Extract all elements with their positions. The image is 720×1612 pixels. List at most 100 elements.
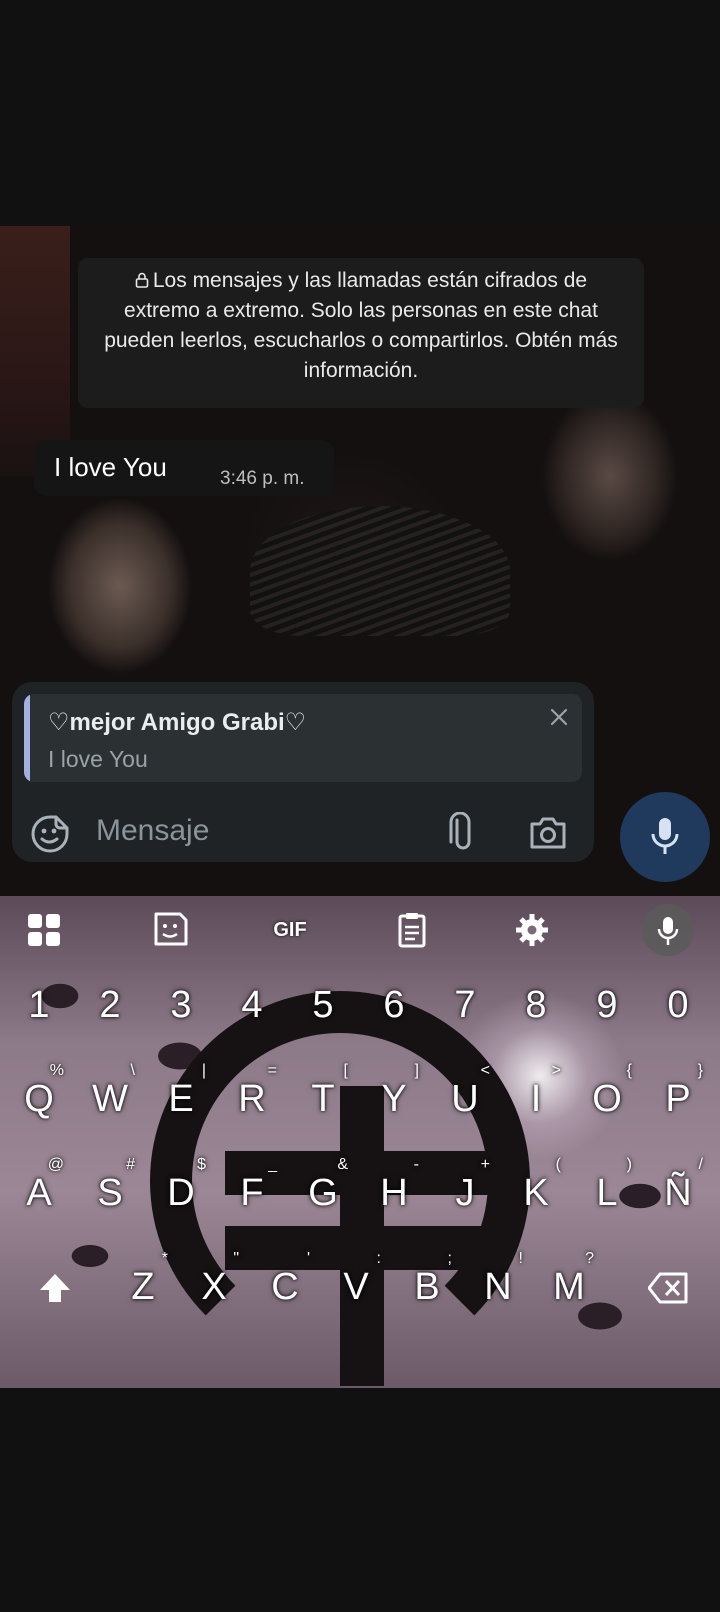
key-v[interactable]: V:	[321, 1250, 391, 1322]
key-hint: ;	[447, 1250, 452, 1267]
key-label: U	[451, 1078, 479, 1120]
key-a[interactable]: A @	[4, 1156, 74, 1228]
key-s[interactable]: S #	[75, 1156, 145, 1228]
key-label: Q	[24, 1078, 54, 1120]
key-label: X	[201, 1266, 227, 1308]
camera-icon[interactable]	[528, 814, 568, 852]
key-m[interactable]: M?	[534, 1250, 604, 1322]
key-b[interactable]: B;	[392, 1250, 462, 1322]
key-j[interactable]: J +	[430, 1156, 500, 1228]
key-i[interactable]: I >	[501, 1062, 571, 1134]
key-label: B	[414, 1266, 440, 1308]
gif-button[interactable]: GIF	[266, 912, 314, 948]
encryption-notice[interactable]: Los mensajes y las llamadas están cifrad…	[78, 258, 644, 408]
key-label: H	[380, 1172, 408, 1214]
keyboard-toolbar: GIF	[0, 896, 720, 960]
close-icon[interactable]	[546, 704, 572, 730]
key-y[interactable]: Y]	[359, 1062, 429, 1134]
key-6[interactable]: 6	[359, 970, 429, 1040]
key-label: 6	[383, 984, 405, 1026]
key-l[interactable]: L)	[572, 1156, 642, 1228]
key-8[interactable]: 8	[501, 970, 571, 1040]
mic-icon	[657, 917, 679, 945]
key-hint: \	[130, 1062, 135, 1079]
key-hint: _	[268, 1156, 277, 1173]
key-ñ[interactable]: Ñ /	[643, 1156, 713, 1228]
key-n[interactable]: N!	[463, 1250, 533, 1322]
key-hint: ?	[585, 1250, 594, 1267]
key-hint: (	[555, 1156, 561, 1173]
key-4[interactable]: 4	[217, 970, 287, 1040]
key-p[interactable]: P}	[643, 1062, 713, 1134]
key-h[interactable]: H-	[359, 1156, 429, 1228]
shift-key[interactable]	[20, 1252, 90, 1322]
key-hint: +	[480, 1156, 490, 1173]
key-label: N	[484, 1266, 512, 1308]
key-hint: ]	[414, 1062, 419, 1079]
key-hint: {	[626, 1062, 632, 1079]
key-label: 3	[170, 984, 192, 1026]
key-hint: :	[376, 1250, 381, 1267]
sticker-icon[interactable]	[150, 912, 190, 948]
settings-icon[interactable]	[512, 912, 552, 948]
message-input[interactable]	[94, 808, 418, 854]
number-row: 1 2 3 4 5 6 7 8 9 0	[0, 970, 720, 1040]
key-label: Z	[131, 1266, 155, 1308]
key-7[interactable]: 7	[430, 970, 500, 1040]
key-z[interactable]: Z *	[108, 1250, 178, 1322]
key-label: W	[92, 1078, 128, 1120]
key-e[interactable]: E |	[146, 1062, 216, 1134]
voice-message-button[interactable]	[620, 792, 710, 882]
key-label: Ñ	[664, 1172, 692, 1214]
key-hint: -	[413, 1156, 419, 1173]
quote-sender-name: ♡mejor Amigo Grabi♡	[48, 709, 307, 736]
key-label: 0	[667, 984, 689, 1026]
key-label: A	[26, 1172, 52, 1214]
key-hint: *	[161, 1250, 168, 1267]
key-9[interactable]: 9	[572, 970, 642, 1040]
keyboard: GIF 1234567890 Q% W \ E | R = T[Y] U < I > O{P} A @ S #…	[0, 896, 720, 1388]
delete-key[interactable]	[630, 1252, 700, 1322]
key-2[interactable]: 2	[75, 970, 145, 1040]
key-label: K	[523, 1172, 549, 1214]
key-hint: "	[233, 1250, 239, 1267]
key-f[interactable]: F _	[217, 1156, 287, 1228]
key-5[interactable]: 5	[288, 970, 358, 1040]
paperclip-icon[interactable]	[442, 812, 478, 854]
key-hint: <	[480, 1062, 490, 1079]
key-label: L	[596, 1172, 618, 1214]
mic-icon	[651, 818, 679, 854]
key-label: T	[311, 1078, 335, 1120]
key-hint: %	[49, 1062, 64, 1079]
key-g[interactable]: G &	[288, 1156, 358, 1228]
key-hint: @	[47, 1156, 64, 1173]
key-label: P	[665, 1078, 691, 1120]
key-t[interactable]: T[	[288, 1062, 358, 1134]
key-label: D	[167, 1172, 195, 1214]
key-q[interactable]: Q%	[4, 1062, 74, 1134]
sticker-emoji-icon[interactable]	[30, 814, 70, 854]
key-hint: '	[306, 1250, 310, 1267]
key-d[interactable]: D $	[146, 1156, 216, 1228]
key-o[interactable]: O{	[572, 1062, 642, 1134]
reply-quote[interactable]: ♡mejor Amigo Grabi♡ I love You	[24, 694, 582, 782]
key-c[interactable]: C '	[250, 1250, 320, 1322]
key-k[interactable]: K(	[501, 1156, 571, 1228]
key-label: M	[553, 1266, 585, 1308]
key-1[interactable]: 1	[4, 970, 74, 1040]
key-label: Y	[381, 1078, 407, 1120]
apps-grid-icon[interactable]	[24, 912, 64, 948]
key-r[interactable]: R =	[217, 1062, 287, 1134]
key-label: 9	[596, 984, 618, 1026]
key-x[interactable]: X "	[179, 1250, 249, 1322]
key-u[interactable]: U <	[430, 1062, 500, 1134]
key-3[interactable]: 3	[146, 970, 216, 1040]
key-w[interactable]: W \	[75, 1062, 145, 1134]
encryption-notice-text: Los mensajes y las llamadas están cifrad…	[104, 269, 618, 382]
quote-text: I love You	[48, 746, 148, 772]
key-0[interactable]: 0	[643, 970, 713, 1040]
keyboard-mic-button[interactable]	[642, 904, 694, 956]
shift-icon	[40, 1274, 70, 1302]
message-bubble[interactable]: I love You 3:46 p. m.	[34, 440, 334, 496]
clipboard-icon[interactable]	[392, 912, 432, 948]
